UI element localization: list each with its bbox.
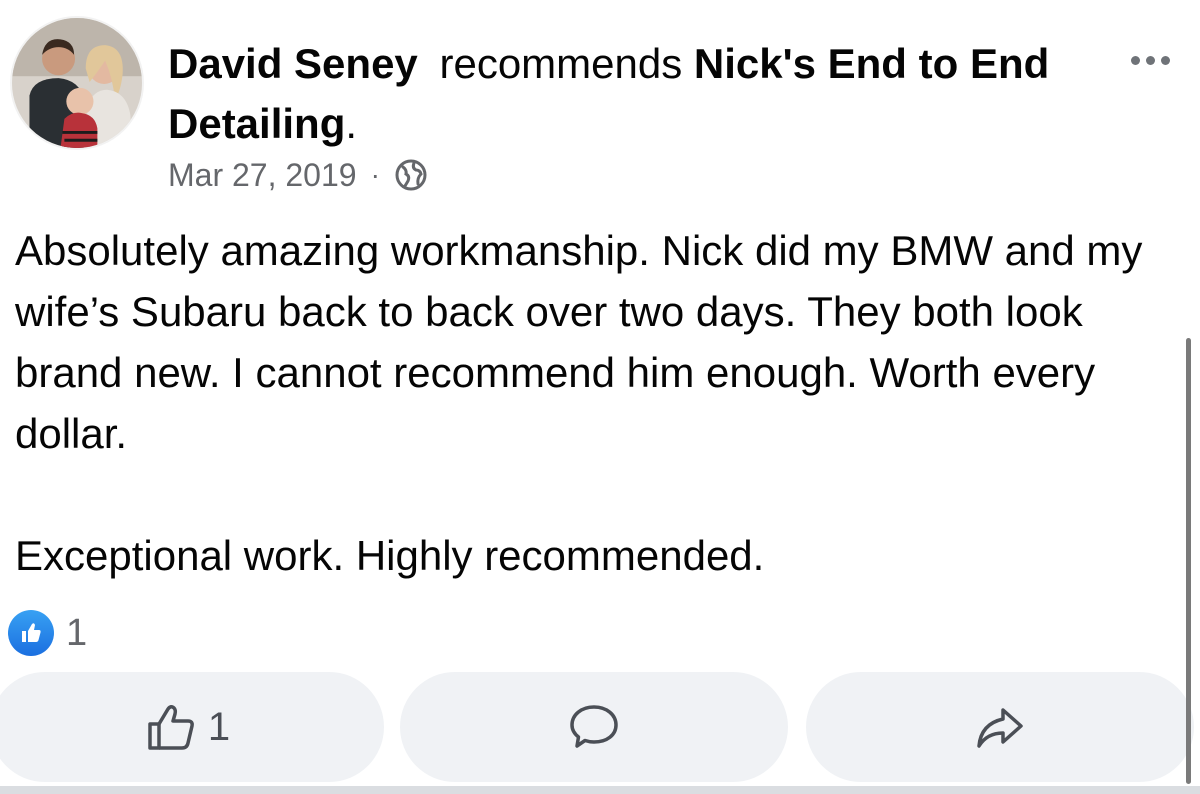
post-paragraph: Exceptional work. Highly recommended. — [15, 532, 765, 579]
header-period: . — [345, 100, 358, 147]
comment-button[interactable] — [400, 672, 788, 782]
post-paragraph: Absolutely amazing workmanship. Nick did… — [15, 227, 1143, 457]
more-dot — [1130, 55, 1140, 65]
more-options-button[interactable] — [1120, 42, 1180, 78]
scrollbar[interactable] — [1186, 338, 1191, 784]
action-verb: recommends — [439, 40, 683, 87]
more-dot — [1145, 55, 1155, 65]
reaction-count: 1 — [66, 611, 88, 654]
bottom-divider — [0, 786, 1200, 794]
like-icon — [8, 610, 54, 656]
author-name[interactable]: David Seney — [168, 40, 418, 87]
post-meta: Mar 27, 2019 · — [168, 152, 428, 198]
more-dot — [1160, 55, 1170, 65]
share-arrow-icon — [977, 708, 1023, 748]
like-button-count: 1 — [207, 704, 231, 749]
post-body: Absolutely amazing workmanship. Nick did… — [15, 220, 1175, 586]
reaction-summary[interactable]: 1 — [8, 610, 87, 656]
post-date[interactable]: Mar 27, 2019 — [168, 157, 357, 194]
action-bar: 1 — [0, 672, 1200, 782]
thumbs-up-icon — [148, 704, 194, 750]
comment-bubble-icon — [570, 705, 618, 748]
meta-separator: · — [370, 159, 380, 190]
avatar-photo — [12, 18, 142, 148]
share-button[interactable] — [806, 672, 1194, 782]
like-button[interactable]: 1 — [0, 672, 384, 782]
globe-icon[interactable] — [394, 158, 428, 192]
post-header: David Seney recommends Nick's End to End… — [168, 34, 1108, 154]
author-avatar[interactable] — [10, 16, 144, 150]
recommendation-post: David Seney recommends Nick's End to End… — [0, 0, 1200, 794]
